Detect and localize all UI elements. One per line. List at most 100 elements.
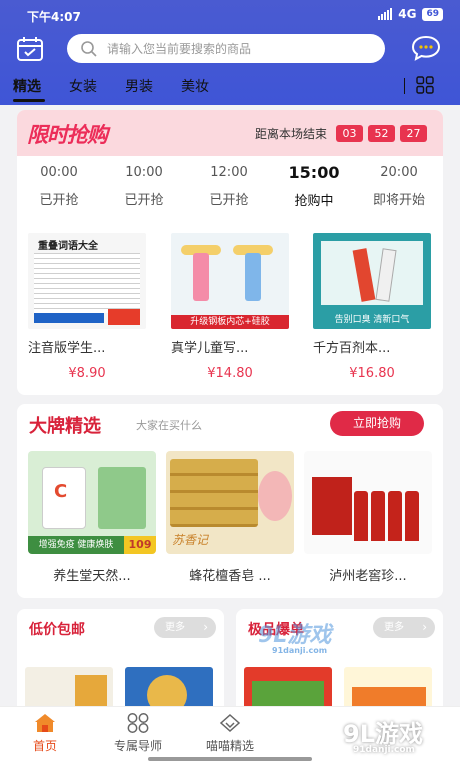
tab-jingxuan[interactable]: 精选: [13, 76, 41, 96]
card-title: 低价包邮: [29, 622, 85, 638]
watermark-url: 91danji.com: [353, 745, 415, 755]
search-icon: [81, 41, 97, 57]
search-bar[interactable]: 请输入您当前要搜索的商品: [67, 34, 385, 63]
status-right: 4G 69: [378, 7, 443, 21]
product-price: ¥16.80: [349, 366, 395, 381]
nav-label: 首页: [32, 739, 57, 753]
more-label: 更多: [384, 622, 404, 633]
time-slot-active[interactable]: 15:00 抢购中: [272, 162, 356, 209]
price-badge: 109: [124, 536, 156, 554]
watermark-logo-corner: 9L游戏 91danji.com: [343, 714, 423, 755]
time-slots: 00:00 已开抢 10:00 已开抢 12:00 已开抢 15:00 抢购中 …: [17, 162, 443, 220]
time-slot[interactable]: 10:00 已开抢: [102, 162, 186, 208]
product-card[interactable]: 告别口臭 清新口气 千方百剂本... ¥16.80: [313, 233, 431, 381]
time-slot[interactable]: 20:00 即将开始: [357, 162, 441, 208]
nav-home[interactable]: 首页: [0, 712, 90, 754]
status-bar: 下午4:07 4G 69: [27, 7, 443, 25]
product-image: 升级钢板内芯+硅胶: [171, 233, 289, 329]
brand-product-card[interactable]: 苏香记 蜂花檀香皂 ...: [166, 451, 294, 584]
category-tabs: 精选 女装 男装 美妆: [0, 74, 460, 105]
section-title: 大牌精选: [29, 416, 101, 437]
brand-picks-section: 大牌精选 大家在买什么 立即抢购 C 增强免疫 健康焕肤 109 养生堂天然..…: [17, 404, 443, 598]
product-price: ¥8.90: [68, 366, 106, 381]
product-image-caption: 重叠词语大全: [38, 241, 98, 252]
watermark-text: 9L游戏: [343, 720, 423, 748]
product-image-caption: 升级钢板内芯+硅胶: [171, 315, 289, 329]
watermark-url: 91danji.com: [272, 646, 328, 655]
flash-sale-card: 限时抢购 距离本场结束 03 52 27 00:00 已开抢 10:00 已开抢…: [17, 110, 443, 395]
nav-mentor[interactable]: 专属导师: [93, 712, 183, 754]
countdown-hours: 03: [336, 125, 363, 142]
product-image: 告别口臭 清新口气: [313, 233, 431, 329]
product-image: 苏香记: [166, 451, 294, 554]
time-slot[interactable]: 12:00 已开抢: [187, 162, 271, 208]
slot-status: 已开抢: [39, 193, 79, 208]
countdown-label: 距离本场结束: [254, 127, 327, 141]
diamond-icon: [219, 713, 241, 733]
product-image-caption: 告别口臭 清新口气: [334, 315, 410, 325]
home-icon: [35, 714, 55, 732]
time-slot[interactable]: 00:00 已开抢: [17, 162, 101, 208]
active-tab-indicator: [13, 99, 45, 102]
tab-divider: [404, 78, 405, 94]
watermark-text: 9L游戏: [258, 623, 332, 648]
brand-product-card[interactable]: 泸州老窖珍...: [304, 451, 432, 584]
product-name: 养生堂天然...: [53, 569, 131, 584]
tab-nvzhuang[interactable]: 女装: [69, 76, 97, 96]
grid-circles-icon: [127, 713, 149, 733]
product-card[interactable]: 重叠词语大全 注音版学生... ¥8.90: [28, 233, 146, 381]
product-image-caption: 增强免疫 健康焕肤: [28, 536, 124, 554]
flash-sale-header: 限时抢购 距离本场结束 03 52 27: [17, 110, 443, 156]
message-icon[interactable]: [411, 34, 441, 62]
home-indicator: [148, 757, 312, 761]
network-type: 4G: [398, 7, 417, 21]
nav-label: 专属导师: [113, 739, 162, 753]
product-image: C 增强免疫 健康焕肤 109: [28, 451, 156, 554]
tab-meizhuang[interactable]: 美妆: [181, 76, 209, 96]
flash-sale-logo: 限时抢购: [27, 123, 108, 147]
chevron-right-icon: ›: [203, 620, 208, 634]
slot-status: 已开抢: [124, 193, 164, 208]
slot-status: 抢购中: [294, 194, 334, 209]
slot-time: 10:00: [125, 165, 163, 180]
battery-indicator: 69: [422, 7, 443, 21]
slot-status: 已开抢: [209, 193, 249, 208]
product-name: 蜂花檀香皂 ...: [189, 569, 271, 584]
low-price-card[interactable]: 低价包邮 更多 ›: [17, 609, 224, 719]
product-name: 真学儿童写...: [171, 341, 249, 356]
slot-time: 00:00: [40, 165, 78, 180]
calendar-icon[interactable]: [16, 36, 44, 62]
brand-product-card[interactable]: C 增强免疫 健康焕肤 109 养生堂天然...: [28, 451, 156, 584]
tab-nanzhuang[interactable]: 男装: [125, 76, 153, 96]
countdown-seconds: 27: [400, 125, 427, 142]
more-label: 更多: [165, 622, 185, 633]
slot-time: 12:00: [210, 165, 248, 180]
product-image-caption: 苏香记: [172, 533, 209, 547]
nav-picks[interactable]: 喵喵精选: [185, 712, 275, 754]
watermark-logo: 9L游戏 91danji.com: [258, 617, 331, 655]
flash-sale-products: 重叠词语大全 注音版学生... ¥8.90 升级钢板内芯+硅胶 真学儿童写...…: [17, 233, 443, 393]
countdown-timer: 距离本场结束 03 52 27: [255, 125, 427, 142]
more-button[interactable]: 更多 ›: [373, 617, 435, 638]
product-name: 千方百剂本...: [313, 341, 391, 356]
product-name: 注音版学生...: [28, 341, 106, 356]
header-top-row: 请输入您当前要搜索的商品: [0, 33, 460, 65]
slot-time: 15:00: [288, 163, 340, 182]
product-name: 泸州老窖珍...: [329, 569, 407, 584]
category-grid-icon[interactable]: [416, 76, 434, 94]
product-card[interactable]: 升级钢板内芯+硅胶 真学儿童写... ¥14.80: [171, 233, 289, 381]
slot-status: 即将开始: [372, 193, 425, 208]
nav-label: 喵喵精选: [205, 739, 254, 753]
app-header: 下午4:07 4G 69 请输入您当前要搜索的商品 精选 女装 男装 美妆: [0, 0, 460, 105]
slot-time: 20:00: [380, 165, 418, 180]
product-image: 重叠词语大全: [28, 233, 146, 329]
countdown-minutes: 52: [368, 125, 395, 142]
more-button[interactable]: 更多 ›: [154, 617, 216, 638]
chevron-right-icon: ›: [422, 620, 427, 634]
status-time: 下午4:07: [27, 10, 81, 24]
signal-icon: [378, 8, 393, 20]
product-image: [304, 451, 432, 554]
buy-now-button[interactable]: 立即抢购: [330, 411, 424, 436]
search-placeholder: 请输入您当前要搜索的商品: [107, 42, 252, 56]
product-price: ¥14.80: [207, 366, 253, 381]
